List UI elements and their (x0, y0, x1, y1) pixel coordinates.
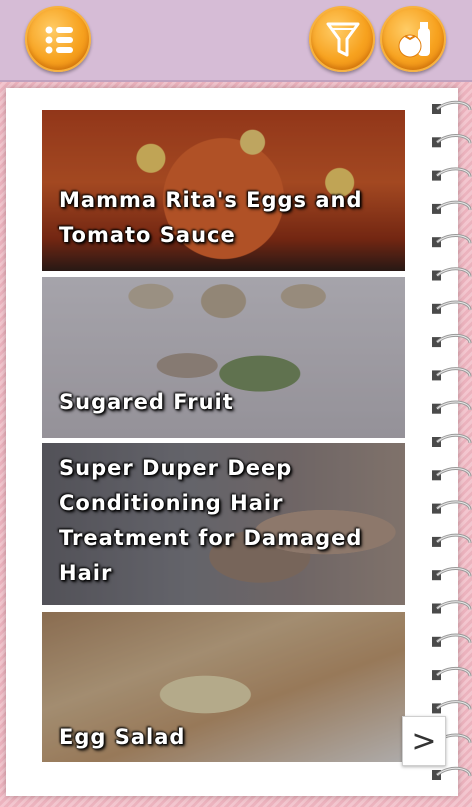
spiral-rings-icon (432, 100, 472, 780)
filter-button[interactable] (309, 6, 375, 72)
recipe-card[interactable]: Mamma Rita's Eggs and Tomato Sauce (42, 110, 405, 271)
funnel-filter-icon (326, 22, 360, 57)
recipe-title: Super Duper Deep Conditioning Hair Treat… (59, 456, 363, 585)
recipe-title: Mamma Rita's Eggs and Tomato Sauce (59, 188, 363, 247)
recipe-card[interactable]: Super Duper Deep Conditioning Hair Treat… (42, 443, 405, 605)
pantry-button[interactable] (380, 6, 446, 72)
recipe-title: Sugared Fruit (59, 390, 234, 414)
tomato-bottle-icon (398, 22, 430, 58)
menu-button[interactable] (25, 6, 91, 72)
recipe-card[interactable]: Egg Salad (42, 612, 405, 762)
list-menu-icon (45, 26, 73, 54)
recipe-title: Egg Salad (59, 725, 186, 749)
next-page-button[interactable]: > (402, 716, 446, 766)
top-toolbar (0, 0, 472, 82)
spiral-binding (430, 98, 472, 788)
recipe-card[interactable]: Sugared Fruit (42, 277, 405, 438)
